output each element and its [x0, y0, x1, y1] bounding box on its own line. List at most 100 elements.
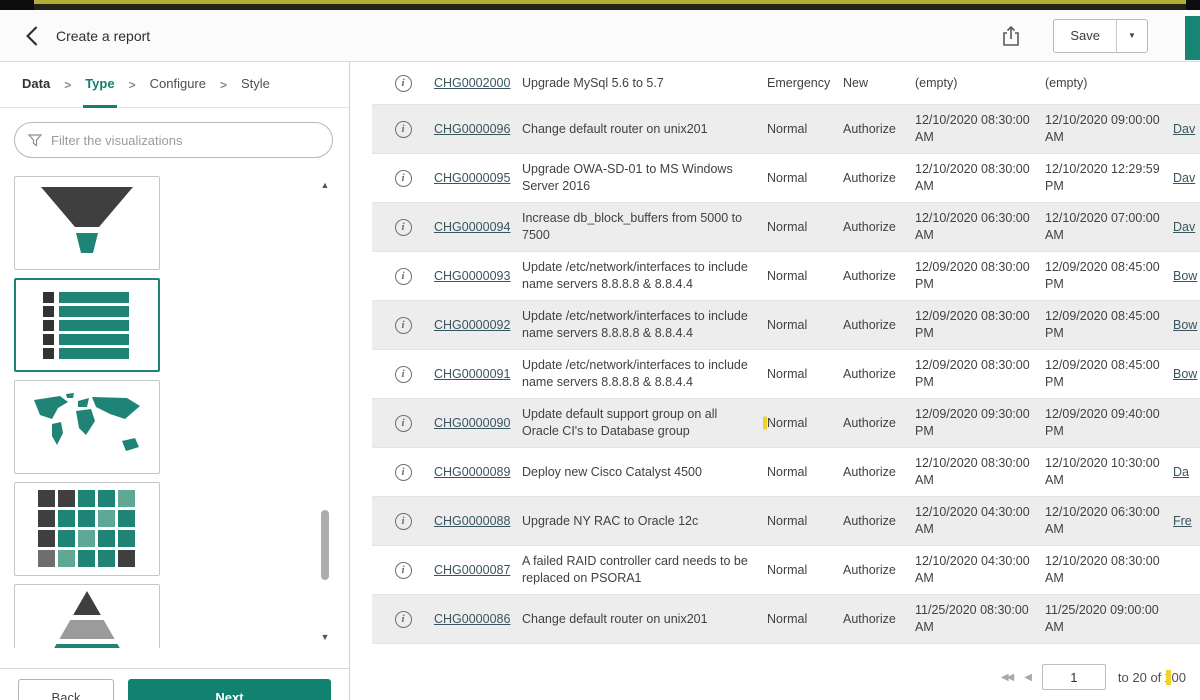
viz-list-scrollbar[interactable]: ▲ ▼ [319, 180, 331, 642]
step-data[interactable]: Data [20, 62, 52, 108]
info-icon[interactable]: i [395, 464, 412, 481]
table-row[interactable]: i CHG0000090 Update default support grou… [372, 399, 1200, 448]
step-style[interactable]: Style [239, 62, 272, 108]
info-icon[interactable]: i [395, 562, 412, 579]
table-row[interactable]: i CHG0000089 Deploy new Cisco Catalyst 4… [372, 448, 1200, 497]
assigned-link[interactable]: Bow [1173, 269, 1197, 283]
table-row[interactable]: i CHG0000086 Change default router on un… [372, 595, 1200, 644]
top-strip-left-block [0, 0, 34, 10]
number-cell: CHG0000094 [434, 220, 522, 234]
assigned-link[interactable]: Dav [1173, 220, 1195, 234]
start-date-cell: 12/09/2020 08:30:00 PM [915, 259, 1045, 293]
state-cell: Authorize [843, 416, 915, 430]
record-link[interactable]: CHG0000089 [434, 465, 510, 479]
funnel-filter-icon [27, 132, 43, 148]
start-date-cell: 12/10/2020 04:30:00 AM [915, 504, 1045, 538]
next-button[interactable]: Next [128, 679, 331, 700]
scroll-down-icon[interactable]: ▼ [319, 632, 331, 642]
wizard-steps: Data > Type > Configure > Style [0, 62, 349, 108]
step-type[interactable]: Type [83, 62, 116, 108]
table-row[interactable]: i CHG0000096 Change default router on un… [372, 105, 1200, 154]
cutoff-accent-button[interactable] [1185, 16, 1200, 60]
viz-card-funnel[interactable] [14, 176, 160, 270]
scroll-up-icon[interactable]: ▲ [319, 180, 331, 190]
table-row[interactable]: i CHG0000092 Update /etc/network/interfa… [372, 301, 1200, 350]
start-date-cell: 12/10/2020 08:30:00 AM [915, 161, 1045, 195]
info-icon[interactable]: i [395, 366, 412, 383]
record-link[interactable]: CHG0000092 [434, 318, 510, 332]
browser-top-strip [0, 0, 1200, 10]
viz-card-heatmap[interactable] [14, 482, 160, 576]
assigned-link[interactable]: Dav [1173, 122, 1195, 136]
save-dropdown-button[interactable]: ▼ [1117, 20, 1147, 52]
info-icon[interactable]: i [395, 170, 412, 187]
state-cell: Authorize [843, 318, 915, 332]
back-chevron-button[interactable] [18, 21, 48, 51]
record-link[interactable]: CHG0002000 [434, 76, 510, 90]
start-date-cell: 12/10/2020 06:30:00 AM [915, 210, 1045, 244]
number-cell: CHG0002000 [434, 76, 522, 90]
record-link[interactable]: CHG0000094 [434, 220, 510, 234]
priority-cell: Emergency [767, 76, 843, 90]
page-number-input[interactable] [1042, 664, 1106, 690]
record-link[interactable]: CHG0000095 [434, 171, 510, 185]
back-button[interactable]: Back [18, 679, 114, 700]
assigned-link[interactable]: Fre [1173, 514, 1192, 528]
step-configure[interactable]: Configure [148, 62, 208, 108]
chevron-separator-icon: > [220, 78, 227, 92]
table-row[interactable]: i CHG0002000 Upgrade MySql 5.6 to 5.7 Em… [372, 62, 1200, 105]
description-cell: Change default router on unix201 [522, 611, 767, 628]
info-icon[interactable]: i [395, 75, 412, 92]
assigned-cell: Bow [1173, 269, 1200, 283]
recording-cursor-mark [1166, 670, 1171, 685]
table-row[interactable]: i CHG0000091 Update /etc/network/interfa… [372, 350, 1200, 399]
number-cell: CHG0000092 [434, 318, 522, 332]
state-cell: New [843, 76, 915, 90]
table-row[interactable]: i CHG0000087 A failed RAID controller ca… [372, 546, 1200, 595]
record-link[interactable]: CHG0000087 [434, 563, 510, 577]
save-button[interactable]: Save [1054, 20, 1117, 52]
first-page-icon[interactable]: ◀◀ [1001, 672, 1012, 683]
state-cell: Authorize [843, 563, 915, 577]
info-icon[interactable]: i [395, 268, 412, 285]
table-row[interactable]: i CHG0000088 Upgrade NY RAC to Oracle 12… [372, 497, 1200, 546]
record-link[interactable]: CHG0000090 [434, 416, 510, 430]
description-cell: Update /etc/network/interfaces to includ… [522, 308, 767, 342]
table-row[interactable]: i CHG0000095 Upgrade OWA-SD-01 to MS Win… [372, 154, 1200, 203]
info-icon[interactable]: i [395, 611, 412, 628]
info-icon[interactable]: i [395, 219, 412, 236]
info-cell: i [372, 219, 434, 236]
description-cell: Deploy new Cisco Catalyst 4500 [522, 464, 767, 481]
record-link[interactable]: CHG0000096 [434, 122, 510, 136]
table-row[interactable]: i CHG0000093 Update /etc/network/interfa… [372, 252, 1200, 301]
priority-value: Normal [767, 416, 807, 430]
viz-card-world-map[interactable] [14, 380, 160, 474]
record-link[interactable]: CHG0000091 [434, 367, 510, 381]
assigned-link[interactable]: Dav [1173, 171, 1195, 185]
filter-visualizations-input[interactable] [51, 133, 320, 148]
previous-page-icon[interactable]: ◀ [1024, 672, 1030, 683]
info-icon[interactable]: i [395, 415, 412, 432]
chevron-left-icon [24, 24, 42, 48]
end-date-cell: 12/09/2020 08:45:00 PM [1045, 357, 1173, 391]
record-link[interactable]: CHG0000088 [434, 514, 510, 528]
assigned-link[interactable]: Bow [1173, 318, 1197, 332]
description-cell: Upgrade NY RAC to Oracle 12c [522, 513, 767, 530]
record-link[interactable]: CHG0000093 [434, 269, 510, 283]
share-export-button[interactable] [993, 18, 1029, 54]
info-icon[interactable]: i [395, 121, 412, 138]
assigned-cell: Fre [1173, 514, 1200, 528]
table-row[interactable]: i CHG0000094 Increase db_block_buffers f… [372, 203, 1200, 252]
viz-card-pyramid[interactable] [14, 584, 160, 648]
info-icon[interactable]: i [395, 513, 412, 530]
record-link[interactable]: CHG0000086 [434, 612, 510, 626]
info-icon[interactable]: i [395, 317, 412, 334]
end-date-cell: 12/10/2020 09:00:00 AM [1045, 112, 1173, 146]
viz-card-list[interactable] [14, 278, 160, 372]
assigned-link[interactable]: Bow [1173, 367, 1197, 381]
filter-area [0, 108, 349, 168]
assigned-link[interactable]: Da [1173, 465, 1189, 479]
scrollbar-thumb[interactable] [321, 510, 329, 580]
start-date-cell: 12/09/2020 09:30:00 PM [915, 406, 1045, 440]
description-cell: Update /etc/network/interfaces to includ… [522, 357, 767, 391]
